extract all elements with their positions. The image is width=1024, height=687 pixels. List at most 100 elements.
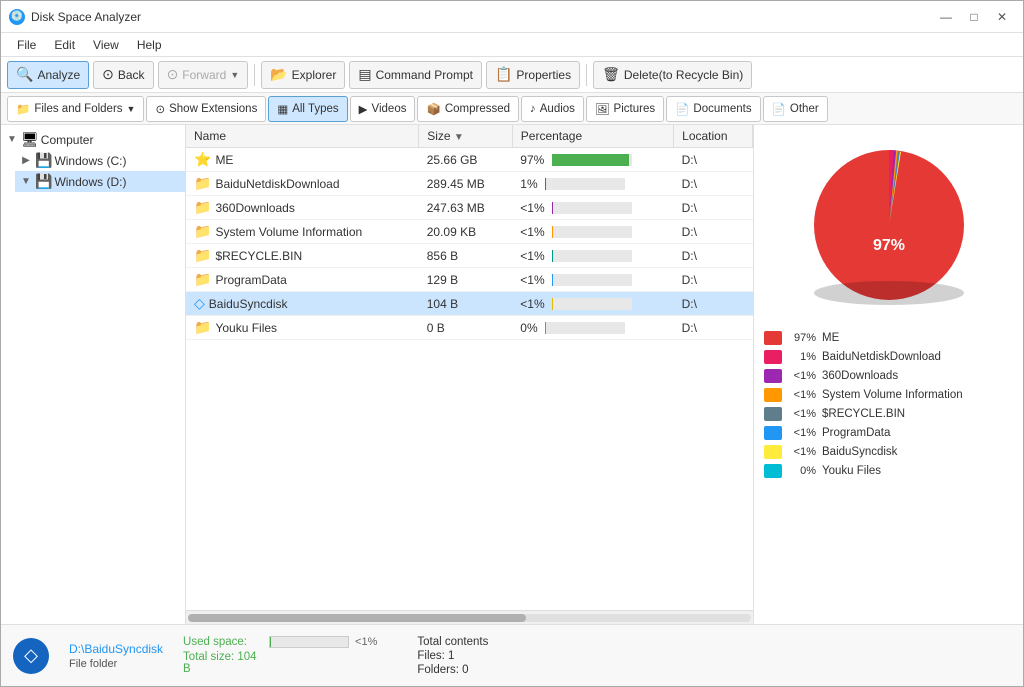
analyze-label: Analyze [37, 68, 80, 82]
cell-name: 📁 BaiduNetdiskDownload [186, 172, 419, 196]
cell-size: 856 B [419, 244, 513, 268]
menu-help[interactable]: Help [129, 36, 170, 54]
explorer-button[interactable]: 📂 Explorer [261, 61, 345, 89]
table-row[interactable]: 📁 360Downloads 247.63 MB <1% D:\ [186, 196, 753, 220]
back-icon: ⊙ [102, 66, 114, 83]
audios-label: Audios [540, 103, 575, 115]
legend-color-swatch [764, 407, 782, 421]
tab-videos[interactable]: ▶ Videos [350, 96, 416, 122]
analyze-button[interactable]: 🔍 Analyze [7, 61, 89, 89]
size-bar-container [552, 298, 632, 310]
maximize-button[interactable]: □ [961, 6, 987, 28]
command-prompt-icon: ▤ [358, 66, 371, 83]
table-row[interactable]: ⭐ ME 25.66 GB 97% D:\ [186, 148, 753, 172]
minimize-button[interactable]: — [933, 6, 959, 28]
pct-label: <1% [520, 297, 544, 311]
status-type: File folder [69, 658, 163, 670]
cell-location: D:\ [674, 316, 753, 340]
size-bar [552, 154, 630, 166]
pct-label: <1% [520, 273, 544, 287]
file-name: $RECYCLE.BIN [215, 249, 302, 263]
computer-label: Computer [41, 133, 94, 147]
used-pct: <1% [355, 636, 377, 648]
file-name: BaiduSyncdisk [209, 297, 288, 311]
file-name: 360Downloads [215, 201, 294, 215]
delete-button[interactable]: 🗑 Delete(to Recycle Bin) [593, 61, 752, 89]
horizontal-scrollbar[interactable] [186, 610, 753, 624]
back-button[interactable]: ⊙ Back [93, 61, 153, 89]
file-icon: 📁 [194, 175, 211, 192]
legend: 97% ME 1% BaiduNetdiskDownload <1% 360Do… [764, 331, 1013, 483]
size-bar-container [552, 250, 632, 262]
menu-view[interactable]: View [85, 36, 127, 54]
legend-color-swatch [764, 445, 782, 459]
col-name[interactable]: Name [186, 125, 419, 148]
tab-files-folders[interactable]: 📁 Files and Folders ▼ [7, 96, 144, 122]
close-button[interactable]: ✕ [989, 6, 1015, 28]
forward-button[interactable]: ⊙ Forward ▼ [158, 61, 249, 89]
pct-label: <1% [520, 225, 544, 239]
files-folders-label: Files and Folders [34, 103, 122, 115]
file-icon: 📁 [194, 223, 211, 240]
file-icon: ◇ [194, 295, 205, 312]
compressed-label: Compressed [445, 103, 510, 115]
cell-name: 📁 Youku Files [186, 316, 419, 340]
tab-documents[interactable]: 📄 Documents [666, 96, 761, 122]
file-table[interactable]: Name Size ▼ Percentage Location ⭐ ME 25.… [186, 125, 753, 610]
size-bar [552, 250, 553, 262]
menu-bar: File Edit View Help [1, 33, 1023, 57]
tab-pictures[interactable]: 🖼 Pictures [586, 96, 664, 122]
total-size-row: Total size: 104 B [183, 651, 377, 675]
table-row[interactable]: 📁 Youku Files 0 B 0% D:\ [186, 316, 753, 340]
cell-pct: 1% [512, 172, 673, 196]
toolbar: 🔍 Analyze ⊙ Back ⊙ Forward ▼ 📂 Explorer … [1, 57, 1023, 93]
tab-compressed[interactable]: 📦 Compressed [417, 96, 519, 122]
window-controls: — □ ✕ [933, 6, 1015, 28]
tree-item-windows-c[interactable]: ▶ 💾 Windows (C:) [15, 150, 185, 171]
file-icon: ⭐ [194, 151, 211, 168]
tree-child-d: ▼ 💾 Windows (D:) [15, 171, 185, 192]
command-prompt-button[interactable]: ▤ Command Prompt [349, 61, 482, 89]
legend-pct: <1% [788, 427, 816, 439]
tree-item-computer[interactable]: ▼ 🖥 Computer [1, 129, 185, 150]
table-row[interactable]: 📁 BaiduNetdiskDownload 289.45 MB 1% D:\ [186, 172, 753, 196]
legend-pct: <1% [788, 389, 816, 401]
drive-d-icon: 💾 [35, 173, 52, 190]
col-percentage[interactable]: Percentage [512, 125, 673, 148]
tab-show-extensions[interactable]: ⊙ Show Extensions [146, 96, 266, 122]
tab-audios[interactable]: ♪ Audios [521, 96, 584, 122]
table-row[interactable]: 📁 ProgramData 129 B <1% D:\ [186, 268, 753, 292]
drive-c-icon: 💾 [35, 152, 52, 169]
cell-size: 0 B [419, 316, 513, 340]
all-types-label: All Types [292, 103, 338, 115]
col-size[interactable]: Size ▼ [419, 125, 513, 148]
compressed-icon: 📦 [426, 102, 440, 116]
videos-label: Videos [372, 103, 407, 115]
delete-label: Delete(to Recycle Bin) [624, 68, 743, 82]
show-extensions-icon: ⊙ [155, 102, 165, 116]
size-bar-container [552, 154, 632, 166]
table-row[interactable]: 📁 $RECYCLE.BIN 856 B <1% D:\ [186, 244, 753, 268]
used-space-row: Used space: <1% [183, 636, 377, 648]
size-bar [552, 202, 553, 214]
total-contents: Total contents Files: 1 Folders: 0 [417, 636, 488, 676]
tree-item-windows-d[interactable]: ▼ 💾 Windows (D:) [15, 171, 185, 192]
table-row[interactable]: 📁 System Volume Information 20.09 KB <1%… [186, 220, 753, 244]
properties-icon: 📋 [495, 66, 512, 83]
col-location[interactable]: Location [674, 125, 753, 148]
used-space-label: Used space: [183, 636, 263, 648]
legend-label: Youku Files [822, 465, 881, 477]
cell-size: 247.63 MB [419, 196, 513, 220]
tab-other[interactable]: 📄 Other [763, 96, 828, 122]
tab-all-types[interactable]: ▦ All Types [268, 96, 347, 122]
menu-file[interactable]: File [9, 36, 44, 54]
back-label: Back [118, 68, 145, 82]
cell-name: ◇ BaiduSyncdisk [186, 292, 419, 316]
pictures-icon: 🖼 [595, 102, 610, 116]
other-label: Other [790, 103, 819, 115]
properties-button[interactable]: 📋 Properties [486, 61, 580, 89]
table-row[interactable]: ◇ BaiduSyncdisk 104 B <1% D:\ [186, 292, 753, 316]
legend-label: ME [822, 332, 839, 344]
menu-edit[interactable]: Edit [46, 36, 83, 54]
usage-bar-fill [270, 637, 271, 647]
